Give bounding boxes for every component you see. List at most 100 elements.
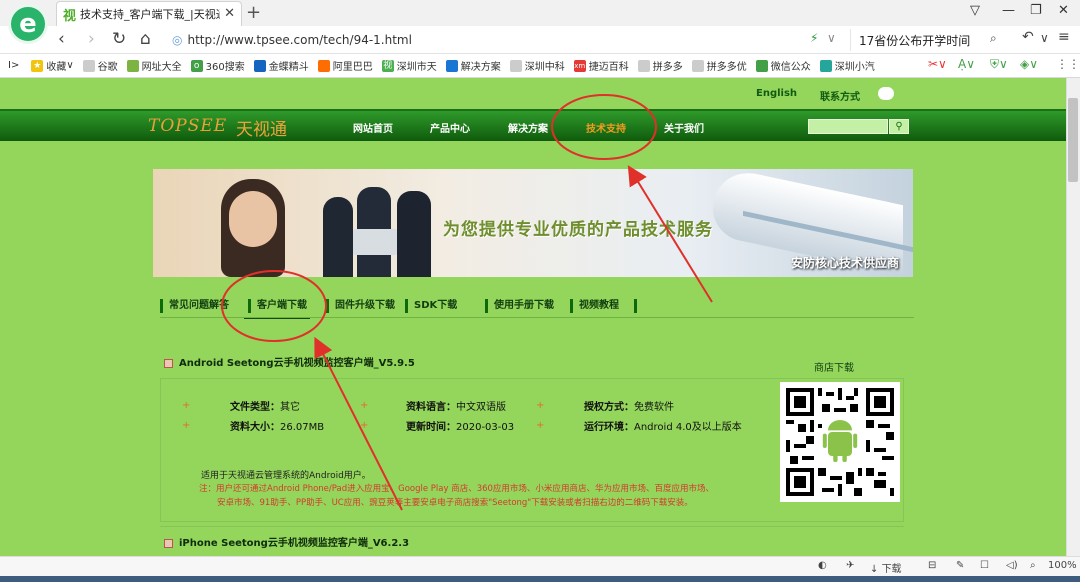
- screenshot-icon[interactable]: ⊟: [928, 560, 936, 571]
- window-icon[interactable]: ☐: [980, 560, 989, 571]
- item-title-text: Android Seetong云手机视频监控客户端_V5.9.5: [179, 358, 415, 369]
- bookmark-item[interactable]: 视深圳市天: [381, 58, 437, 73]
- close-window-icon[interactable]: ✕: [1058, 3, 1069, 18]
- hot-news[interactable]: 17省份公布开学时间: [850, 29, 1010, 51]
- pin-page-icon[interactable]: ✈: [846, 560, 854, 571]
- shield-icon[interactable]: ⛨∨: [990, 57, 1008, 72]
- undo-dropdown-icon[interactable]: ∨: [1040, 31, 1049, 45]
- scrollbar-thumb[interactable]: [1068, 98, 1078, 182]
- bookmark-label: 收藏: [46, 62, 67, 73]
- bookmark-item[interactable]: o 360搜索: [190, 58, 245, 73]
- url-input[interactable]: ◎ http://www.tpsee.com/tech/94-1.html: [172, 29, 842, 51]
- item-title[interactable]: Android Seetong云手机视频监控客户端_V5.9.5: [164, 354, 415, 369]
- update-time: 更新时间：2020-03-03: [406, 418, 514, 433]
- subnav-faq[interactable]: 常见问题解答: [160, 299, 229, 313]
- subnav-sdk-download[interactable]: SDK下载: [405, 299, 457, 313]
- bookmark-item[interactable]: ★ 收藏 ∨: [31, 58, 74, 73]
- bookmark-item[interactable]: 谷歌: [82, 58, 118, 73]
- bookmark-label: 网址大全: [141, 62, 182, 73]
- subnav-video-tutorial[interactable]: 视频教程: [570, 299, 619, 313]
- nav-home[interactable]: 网站首页: [353, 120, 393, 135]
- address-bar: ‹ › ↻ ⌂ ◎ http://www.tpsee.com/tech/94-1…: [0, 26, 1080, 54]
- globe-icon: ◎: [172, 33, 183, 47]
- menu-icon[interactable]: ≡: [1058, 29, 1070, 45]
- tab-close-icon[interactable]: ✕: [224, 6, 235, 21]
- contact-link[interactable]: 联系方式: [820, 88, 860, 103]
- bookmark-item[interactable]: 微信公众: [755, 58, 811, 73]
- undo-icon[interactable]: ↶: [1022, 29, 1034, 45]
- clean-icon[interactable]: ✎: [956, 560, 964, 571]
- subnav-manual-download[interactable]: 使用手册下载: [485, 299, 554, 313]
- bullet-icon: +: [182, 400, 191, 411]
- file-size: 资料大小：26.07MB: [230, 418, 324, 433]
- bookmark-item[interactable]: 深圳中科: [509, 58, 565, 73]
- tab-active[interactable]: 视 技术支持_客户端下载_|天视通|无 ✕: [56, 1, 242, 26]
- dropdown-icon[interactable]: ∨: [827, 31, 836, 45]
- new-tab-icon[interactable]: +: [246, 2, 261, 23]
- logo-cn-text[interactable]: 天视通: [236, 115, 287, 140]
- download-icon[interactable]: ↓ 下载: [870, 560, 902, 575]
- wechat-icon[interactable]: [878, 87, 894, 100]
- bookmark-item[interactable]: 深圳小汽: [819, 58, 875, 73]
- item-title[interactable]: iPhone Seetong云手机视频监控客户端_V6.2.3: [164, 534, 409, 549]
- more-icon[interactable]: ⋮⋮: [1056, 57, 1080, 71]
- site-search-input[interactable]: [808, 119, 888, 134]
- bullet-icon: +: [182, 420, 191, 431]
- license-label: 授权方式：: [584, 402, 634, 413]
- bullet-icon: +: [536, 400, 545, 411]
- subnav-firmware-download[interactable]: 固件升级下载: [326, 299, 395, 313]
- banner-slogan: 为您提供专业优质的产品技术服务: [443, 220, 713, 240]
- nav-solutions[interactable]: 解决方案: [508, 120, 548, 135]
- browser-logo-icon[interactable]: e: [8, 4, 48, 44]
- nav-support[interactable]: 技术支持: [586, 120, 626, 135]
- tab-strip: e 视 技术支持_客户端下载_|天视通|无 ✕ + ▽ — ❐ ✕: [0, 0, 1080, 44]
- file-type: 文件类型：其它: [230, 398, 300, 413]
- zoom-level[interactable]: 100%: [1048, 560, 1077, 571]
- lightning-icon[interactable]: ⚡: [810, 31, 818, 45]
- site-favicon-icon: 视: [63, 8, 77, 24]
- refresh-icon[interactable]: ↻: [112, 29, 126, 49]
- restore-icon[interactable]: ❐: [1030, 3, 1042, 18]
- pin-icon[interactable]: ▽: [970, 3, 980, 18]
- sound-icon[interactable]: ◁): [1006, 560, 1018, 571]
- subnav-divider: [634, 299, 637, 313]
- bookmark-label: 阿里巴巴: [332, 62, 373, 73]
- bookmark-item[interactable]: xm 捷迈百科: [573, 58, 629, 73]
- bookmark-item[interactable]: 拼多多: [637, 58, 683, 73]
- tab-title: 技术支持_客户端下载_|天视通|无: [80, 8, 220, 21]
- bookmark-item[interactable]: 金蝶精斗: [253, 58, 309, 73]
- logo-text[interactable]: TOPSEE: [148, 116, 227, 136]
- translate-icon[interactable]: Ạ∨: [958, 57, 975, 71]
- bookmark-item[interactable]: 阿里巴巴: [317, 58, 373, 73]
- bookmark-item[interactable]: 拼多多优: [691, 58, 747, 73]
- bookmark-label: 拼多多: [652, 62, 683, 73]
- minimize-icon[interactable]: —: [1002, 3, 1015, 18]
- speed-icon[interactable]: ◐: [818, 560, 827, 571]
- home-icon[interactable]: ⌂: [140, 29, 151, 49]
- zoom-icon[interactable]: ⌕: [1030, 560, 1036, 571]
- bookmark-label: 谷歌: [97, 62, 118, 73]
- qr-code[interactable]: [780, 382, 900, 502]
- bookmark-label: 解决方案: [460, 62, 501, 73]
- game-icon[interactable]: ◈∨: [1020, 57, 1038, 71]
- nav-products[interactable]: 产品中心: [430, 120, 470, 135]
- scissors-icon[interactable]: ✂∨: [928, 57, 947, 71]
- expand-icon[interactable]: [164, 358, 173, 368]
- forward-icon[interactable]: ›: [88, 29, 95, 49]
- nav-about[interactable]: 关于我们: [664, 120, 704, 135]
- file-type-value: 其它: [280, 402, 300, 413]
- back-icon[interactable]: ‹: [58, 29, 65, 49]
- bookmark-label: 拼多多优: [706, 62, 747, 73]
- search-icon[interactable]: ⌕: [990, 31, 997, 46]
- item-note-line2: 安卓市场、91助手、PP助手、UC应用、豌豆荚等主要安卓电子商店搜索"Seeto…: [217, 498, 693, 508]
- qr-code-image: [786, 388, 894, 496]
- bookmark-item[interactable]: 网址大全: [126, 58, 182, 73]
- item-note-line1: 注：用户还可通过Android Phone/Pad进入应用宝、Google Pl…: [199, 484, 714, 494]
- bookmark-label: 捷迈百科: [588, 62, 629, 73]
- english-link[interactable]: English: [756, 88, 797, 99]
- expand-icon[interactable]: [164, 538, 173, 548]
- site-search-icon[interactable]: ⚲: [889, 119, 909, 134]
- bookmark-item[interactable]: 解决方案: [445, 58, 501, 73]
- sidebar-toggle-icon[interactable]: I>: [8, 60, 19, 71]
- subnav-client-download[interactable]: 客户端下载: [248, 299, 307, 313]
